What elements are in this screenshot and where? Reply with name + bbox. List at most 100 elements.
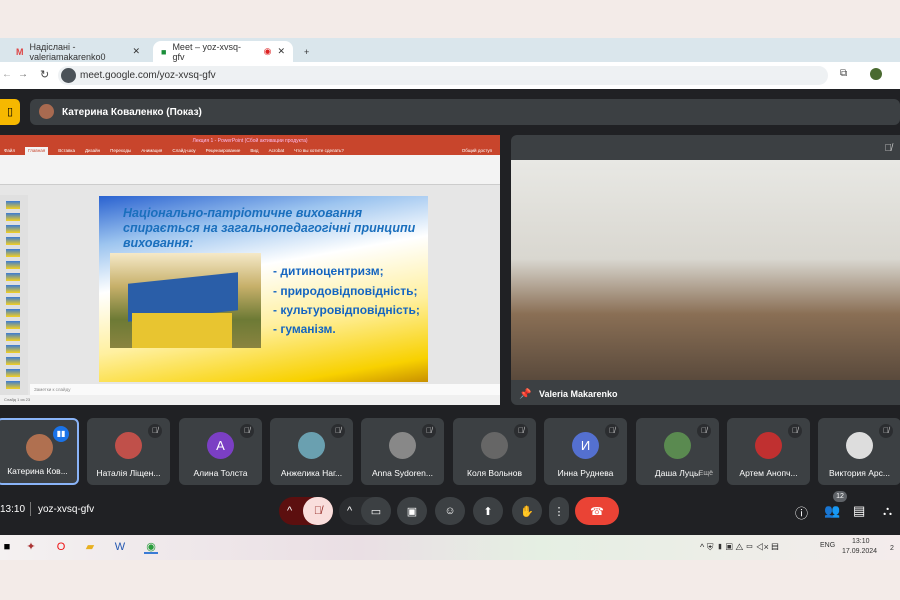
menu-item[interactable]: Переходы	[110, 147, 131, 155]
browser-tab-bar: M Надіслані - valeriamakarenko0 ✕ ■ Meet – …	[0, 38, 900, 62]
participant-tile[interactable]: 🎙̸ Anna Sydoren...	[361, 418, 444, 485]
chat-icon[interactable]: ▤	[853, 503, 865, 519]
more-label[interactable]: Ещё	[699, 470, 713, 477]
tray-icons[interactable]: ^ ⛨ ▮ ▣ ◬ ▭ ◁× ▤	[700, 542, 779, 553]
site-info-icon[interactable]	[61, 68, 76, 83]
participant-tile[interactable]: 🎙̸ Коля Вольнов	[453, 418, 536, 485]
participant-name: Артем Анопч...	[739, 468, 798, 478]
profile-avatar[interactable]	[870, 68, 882, 80]
raise-hand-button[interactable]: ✋	[512, 497, 542, 525]
clock-time[interactable]: 13:10	[852, 538, 870, 545]
share-button[interactable]: Общий доступ	[462, 147, 492, 155]
more-vert-icon: ⋮	[553, 505, 565, 518]
camera-toggle-button[interactable]: ▭	[361, 497, 391, 525]
mic-off-icon: 🎙̸	[240, 424, 254, 438]
present-button[interactable]: ⬆	[473, 497, 503, 525]
slide-thumbnails[interactable]	[0, 195, 28, 395]
door-icon[interactable]: ▯	[0, 99, 20, 125]
participant-tile[interactable]: 🎙̸ Наталія Ліщен...	[87, 418, 170, 485]
extensions-icon[interactable]: ⧉	[840, 68, 847, 79]
flag-photo	[110, 253, 261, 348]
menu-item[interactable]: Файл	[4, 147, 15, 155]
mic-off-icon: 🎙̸	[514, 424, 528, 438]
mic-off-icon: 🎙̸	[605, 424, 619, 438]
tab-gmail[interactable]: M Надіслані - valeriamakarenko0 ✕	[8, 41, 148, 62]
url-bar[interactable]: meet.google.com/yoz-xvsq-gfv	[58, 66, 828, 85]
participant-tile[interactable]: 🎙̸ Анжелика Наг...	[270, 418, 353, 485]
tab-meet[interactable]: ■ Meet – yoz-xvsq-gfv ◉ ✕	[153, 41, 293, 62]
close-icon[interactable]: ✕	[132, 46, 140, 57]
notifications-badge[interactable]: 2	[890, 545, 894, 552]
participant-name: Наталія Ліщен...	[96, 468, 161, 478]
participants-count-badge: 12	[833, 491, 847, 502]
language-indicator[interactable]: ENG	[820, 542, 835, 549]
reactions-button[interactable]: ☺	[435, 497, 465, 525]
avatar	[39, 104, 54, 119]
word-icon[interactable]: W	[113, 540, 127, 554]
forward-icon[interactable]: →	[18, 69, 28, 80]
reload-icon[interactable]: ↻	[40, 68, 49, 81]
back-icon[interactable]: ←	[2, 69, 12, 80]
opera-icon[interactable]: O	[54, 540, 68, 554]
avatar	[26, 434, 53, 461]
slide-bullet: - природовідповідність;	[273, 284, 418, 298]
menu-item[interactable]: Вид	[250, 147, 258, 155]
participant-name: Коля Вольнов	[467, 468, 522, 478]
present-icon: ⬆	[483, 505, 493, 518]
meeting-time: 13:10	[0, 504, 26, 515]
menu-item[interactable]: Анимация	[141, 147, 162, 155]
app-icon[interactable]: ✦	[24, 540, 38, 554]
hand-icon: ✋	[520, 505, 534, 518]
camera-icon: ▭	[370, 505, 382, 518]
participant-tile[interactable]: 🎙̸ Даша Луцы Ещё	[636, 418, 719, 485]
slide: Національно-патріотичне виховання спирає…	[99, 196, 428, 382]
participant-tile[interactable]: 🎙̸ Виктория Арс...	[818, 418, 900, 485]
menu-item[interactable]: Вставка	[58, 147, 75, 155]
chrome-icon[interactable]: ◉	[144, 540, 158, 554]
menu-item[interactable]: Что вы хотите сделать?	[294, 147, 344, 155]
camera-tile[interactable]: 🎙̸ 📌 Valeria Makarenko	[511, 135, 900, 405]
participant-name: Алина Толста	[193, 468, 248, 478]
participant-tile[interactable]: 🎙̸ Артем Анопч...	[727, 418, 810, 485]
avatar	[298, 432, 325, 459]
avatar	[755, 432, 782, 459]
activities-icon[interactable]: ⛬	[883, 503, 892, 519]
meet-icon: ■	[161, 46, 167, 57]
participant-tile[interactable]: A 🎙̸ Алина Толста	[179, 418, 262, 485]
pin-icon[interactable]: 📌	[519, 389, 531, 400]
info-icon[interactable]: ⓘ	[795, 503, 808, 522]
participant-tile[interactable]: ▮▮ Катерина Ков...	[0, 418, 79, 485]
speaking-icon: ▮▮	[53, 426, 69, 442]
leave-call-button[interactable]: ☎	[575, 497, 619, 525]
new-tab-button[interactable]: +	[296, 41, 317, 62]
ppt-status-bar: Слайд 1 из 23	[0, 395, 500, 405]
mic-toggle-button[interactable]: 🎙̸	[303, 497, 333, 525]
slide-bullet: - культуровідповідність;	[273, 303, 420, 317]
menu-item[interactable]: Acrobat	[269, 147, 285, 155]
people-icon[interactable]: 👥	[824, 503, 840, 519]
captions-icon: ▣	[406, 505, 418, 518]
captions-button[interactable]: ▣	[397, 497, 427, 525]
mic-off-icon: 🎙̸	[148, 424, 162, 438]
mic-off-icon: 🎙̸	[788, 424, 802, 438]
participant-tile[interactable]: И 🎙̸ Инна Руднева	[544, 418, 627, 485]
slide-notes[interactable]: Заметки к слайду	[30, 384, 500, 395]
menu-item[interactable]: Рецензирование	[206, 147, 241, 155]
participant-name: Виктория Арс...	[829, 468, 890, 478]
menu-item[interactable]: Слайд-шоу	[172, 147, 195, 155]
ppt-menu: Файл Главная Вставка Дизайн Переходы Анимация…	[0, 147, 500, 155]
close-icon[interactable]: ✕	[277, 46, 285, 57]
avatar: A	[207, 432, 234, 459]
menu-item[interactable]: Дизайн	[85, 147, 100, 155]
menu-item[interactable]: Главная	[25, 147, 49, 155]
file-explorer-icon[interactable]: ▰	[83, 540, 97, 554]
clock-date[interactable]: 17.09.2024	[842, 548, 877, 555]
gmail-icon: M	[16, 46, 24, 57]
more-options-button[interactable]: ⋮	[549, 497, 569, 525]
avatar	[115, 432, 142, 459]
slide-bullet: - гуманізм.	[273, 322, 336, 336]
meeting-code: yoz-xvsq-gfv	[38, 504, 95, 515]
ppt-ribbon	[0, 155, 500, 185]
mic-off-icon: 🎙̸	[331, 424, 345, 438]
windows-start-icon[interactable]: ■	[0, 540, 14, 554]
